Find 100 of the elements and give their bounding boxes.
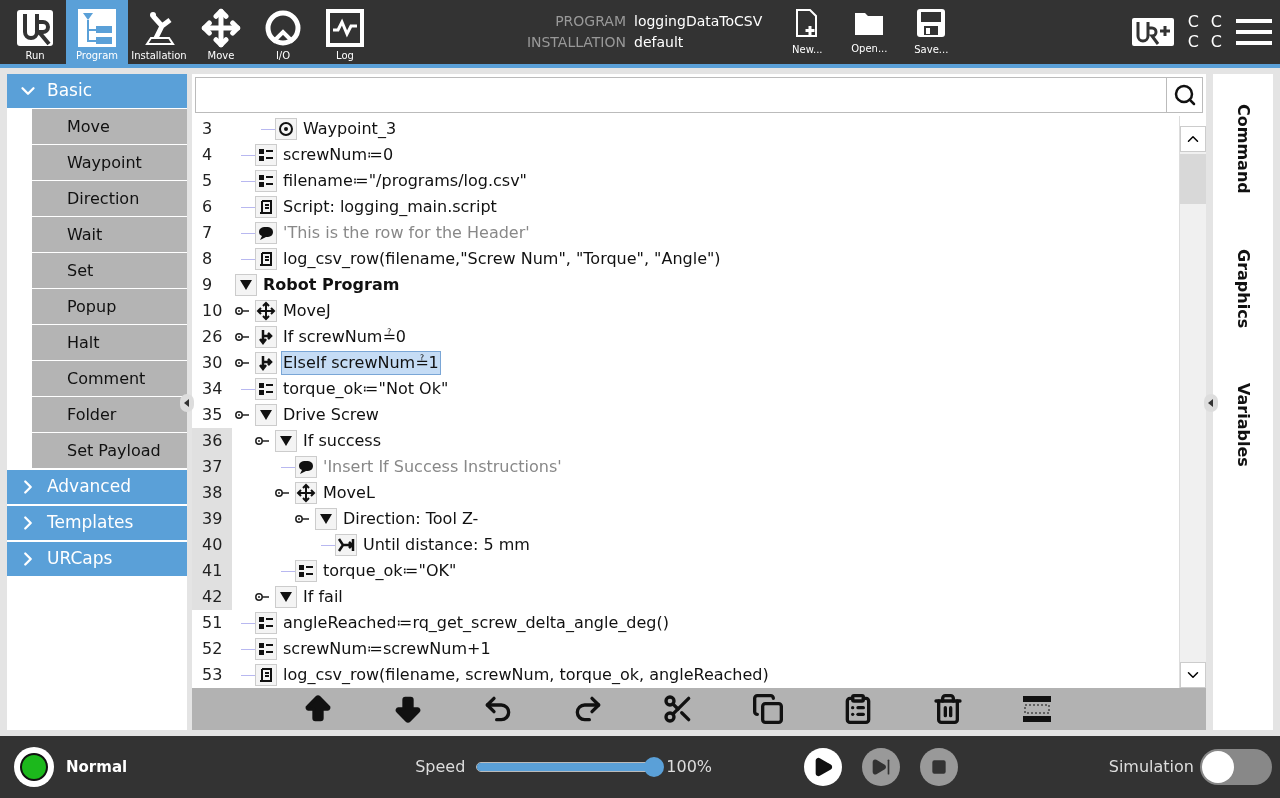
program-node[interactable]: log_csv_row(filename,"Screw Num", "Torque", "Angle") [281,247,723,271]
program-node[interactable]: If screwNum≟0 [281,325,408,349]
side-tab[interactable]: Graphics [1231,248,1255,328]
node-handle-icon[interactable] [295,514,309,524]
line-number: 38 [192,480,232,506]
until-arrow-icon [335,534,357,556]
collapse-toggle[interactable] [275,430,297,452]
command-item[interactable]: Folder [32,397,187,432]
program-node[interactable]: Script: logging_main.script [281,195,499,219]
program-node[interactable]: Direction: Tool Z- [341,507,481,531]
collapse-handle[interactable] [1204,394,1218,412]
program-node[interactable]: If success [301,429,384,453]
copy-icon[interactable] [752,693,784,725]
nav-tab[interactable]: Move [190,0,252,64]
command-item[interactable]: Waypoint [32,145,187,180]
move-arrows-icon [295,482,317,504]
stop-button[interactable] [920,748,959,786]
simulation-label: Simulation [1108,756,1194,778]
speech-bubble-icon [295,456,317,478]
node-handle-icon[interactable] [255,592,269,602]
line-number: 42 [192,584,232,610]
nav-tab[interactable]: I/O [252,0,314,64]
command-item[interactable]: Direction [32,181,187,216]
file-button[interactable]: New... [776,0,839,64]
program-node[interactable]: screwNum≔0 [281,143,396,167]
program-node[interactable]: MoveL [321,481,377,505]
triangle-down-icon [280,436,292,446]
program-node[interactable]: screwNum≔screwNum+1 [281,637,493,661]
speed-label: Speed [415,756,466,778]
node-handle-icon[interactable] [235,332,249,342]
command-item[interactable]: Move [32,109,187,144]
step-button[interactable] [862,748,901,786]
command-item[interactable]: Set [32,253,187,288]
collapse-toggle[interactable] [315,508,337,530]
command-item[interactable]: Halt [32,325,187,360]
nav-tab[interactable]: Installation [128,0,190,64]
status-text: Normal [66,756,128,778]
side-tab[interactable]: Variables [1231,382,1255,467]
simulation-toggle[interactable] [1200,749,1272,785]
urcaps-logo-icon[interactable] [1131,18,1174,46]
program-node[interactable]: ElseIf screwNum≟1 [281,351,441,375]
variable-list-icon [255,638,277,660]
program-node[interactable]: Waypoint_3 [301,117,399,141]
collapse-toggle[interactable] [235,274,257,296]
log-chart-icon [325,8,365,48]
installation-name: default [634,33,684,52]
program-node[interactable]: filename≔"/programs/log.csv" [281,169,529,193]
delete-icon[interactable] [932,693,964,725]
program-label: PROGRAM [554,12,626,31]
program-node[interactable]: angleReached≔rq_get_screw_delta_angle_deg() [281,611,671,635]
speed-value: 100% [666,756,713,778]
program-name: loggingDataToCSV [634,12,763,31]
collapse-handle[interactable] [180,394,194,412]
scroll-down-button[interactable] [1180,662,1206,688]
comment-text[interactable]: 'This is the row for the Header' [281,221,532,245]
node-handle-icon[interactable] [275,488,289,498]
collapse-toggle[interactable] [255,404,277,426]
robot-logo-icon [15,8,55,48]
command-item[interactable]: Set Payload [32,433,187,468]
move-arrows-icon [201,8,241,48]
script-icon [255,196,277,218]
scrollbar-thumb[interactable] [1180,154,1206,204]
node-handle-icon[interactable] [255,436,269,446]
variable-list-icon [295,560,317,582]
triangle-down-icon [260,410,272,420]
scroll-up-button[interactable] [1180,126,1206,152]
suppress-icon[interactable] [1022,694,1052,724]
file-button[interactable]: Open... [838,0,901,64]
status-letter: C [1210,12,1222,32]
program-node[interactable]: Drive Screw [281,403,381,427]
program-node[interactable]: Until distance: 5 mm [361,533,532,557]
program-node[interactable]: log_csv_row(filename, screwNum, torque_ok, angleReached) [281,663,771,687]
file-button[interactable]: Save... [900,0,963,64]
variable-list-icon [255,170,277,192]
script-icon [255,248,277,270]
slider-thumb[interactable] [644,757,665,777]
line-number: 41 [192,558,232,584]
line-number: 37 [192,454,232,480]
program-node[interactable]: Robot Program [261,273,402,297]
program-node[interactable]: MoveJ [281,299,333,323]
speech-bubble-icon [255,222,277,244]
play-button[interactable] [804,748,843,786]
nav-tab[interactable]: Run [4,0,66,64]
program-node[interactable]: If fail [301,585,345,609]
side-tab[interactable]: Command [1231,104,1255,194]
command-item[interactable]: Comment [32,361,187,396]
command-item[interactable]: Popup [32,289,187,324]
node-handle-icon[interactable] [235,410,249,420]
speed-slider[interactable] [476,757,663,777]
menu-icon[interactable] [1236,18,1272,46]
comment-text[interactable]: 'Insert If Success Instructions' [321,455,564,479]
command-item[interactable]: Wait [32,217,187,252]
collapse-toggle[interactable] [275,586,297,608]
program-node[interactable]: torque_ok≔"OK" [321,559,459,583]
node-handle-icon[interactable] [235,306,249,316]
io-ring-icon [263,8,303,48]
program-node[interactable]: torque_ok≔"Not Ok" [281,377,451,401]
program-tree-icon [77,8,117,48]
node-handle-icon[interactable] [235,358,249,368]
nav-tab[interactable]: Log [314,0,376,64]
